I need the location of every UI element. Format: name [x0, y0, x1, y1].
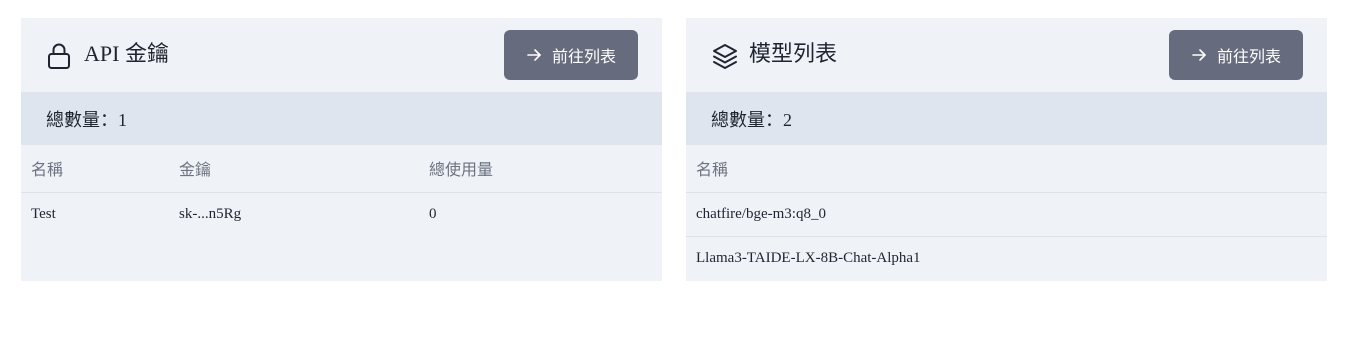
- dashboard: API 金鑰 前往列表 總數量：1 名稱 金鑰 總使用量 Test sk-...…: [0, 0, 1352, 360]
- api-key-value-cell: sk-...n5Rg: [179, 205, 242, 222]
- api-key-usage-cell: 0: [429, 205, 437, 222]
- api-keys-table: 名稱 金鑰 總使用量 Test sk-...n5Rg 0: [21, 145, 662, 236]
- layers-icon: [712, 42, 737, 70]
- table-header-row: 名稱 金鑰 總使用量: [21, 145, 662, 193]
- table-header-row: 名稱: [686, 145, 1327, 193]
- arrow-right-icon: [1191, 47, 1207, 63]
- lock-icon: [47, 42, 71, 70]
- api-key-name-cell: Test: [31, 205, 56, 222]
- column-header-key[interactable]: 金鑰: [169, 145, 419, 193]
- column-header-name[interactable]: 名稱: [21, 145, 169, 193]
- models-card-header: 模型列表 前往列表: [686, 18, 1327, 92]
- table-row[interactable]: Llama3-TAIDE-LX-8B-Chat-Alpha1: [686, 236, 1327, 280]
- models-title: 模型列表: [749, 41, 838, 66]
- models-go-to-list-button[interactable]: 前往列表: [1169, 30, 1303, 80]
- column-header-name[interactable]: 名稱: [686, 145, 1327, 193]
- api-keys-go-to-list-label: 前往列表: [551, 49, 616, 66]
- models-go-to-list-label: 前往列表: [1216, 49, 1281, 66]
- models-table: 名稱 chatfire/bge-m3:q8_0 Llama3-TAIDE-LX-…: [686, 145, 1327, 280]
- api-keys-go-to-list-button[interactable]: 前往列表: [504, 30, 638, 80]
- models-total-count: 總數量：2: [686, 92, 1327, 145]
- api-keys-card: API 金鑰 前往列表 總數量：1 名稱 金鑰 總使用量 Test sk-...…: [21, 18, 662, 281]
- api-keys-title: API 金鑰: [84, 41, 169, 66]
- column-header-total-usage[interactable]: 總使用量: [419, 145, 662, 193]
- api-keys-card-header: API 金鑰 前往列表: [21, 18, 662, 92]
- table-row[interactable]: Test sk-...n5Rg 0: [21, 192, 662, 236]
- model-name-cell: chatfire/bge-m3:q8_0: [686, 192, 1327, 237]
- api-keys-total-count: 總數量：1: [21, 92, 662, 145]
- arrow-right-icon: [526, 47, 542, 63]
- models-card: 模型列表 前往列表 總數量：2 名稱 chatfire/bge-m3:q8_0 …: [686, 18, 1327, 281]
- model-name-cell: Llama3-TAIDE-LX-8B-Chat-Alpha1: [696, 249, 921, 266]
- table-row[interactable]: chatfire/bge-m3:q8_0: [686, 192, 1327, 237]
